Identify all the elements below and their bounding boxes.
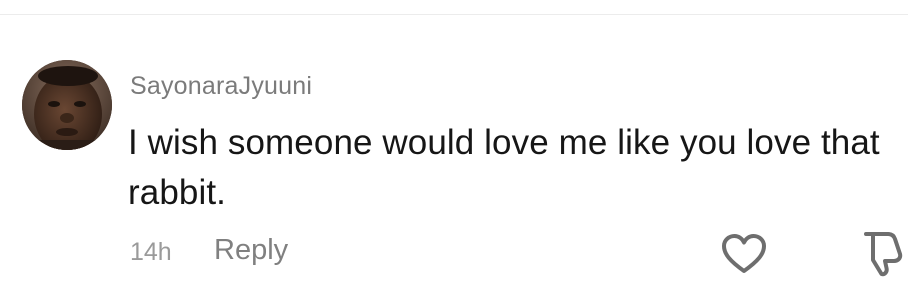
comment-timestamp: 14h — [130, 238, 172, 266]
avatar-photo-icon — [22, 60, 112, 150]
reply-button[interactable]: Reply — [214, 234, 288, 267]
thumbs-down-outline-icon — [864, 232, 903, 277]
dislike-button[interactable] — [856, 226, 908, 280]
heart-outline-icon — [722, 234, 766, 273]
avatar[interactable] — [22, 60, 112, 150]
comment-screenshot: SayonaraJyuuni I wish someone would love… — [0, 0, 908, 302]
like-button[interactable] — [718, 228, 770, 280]
comment-username[interactable]: SayonaraJyuuni — [130, 72, 312, 101]
comment-item: SayonaraJyuuni I wish someone would love… — [0, 0, 908, 302]
comment-text: I wish someone would love me like you lo… — [128, 123, 880, 212]
